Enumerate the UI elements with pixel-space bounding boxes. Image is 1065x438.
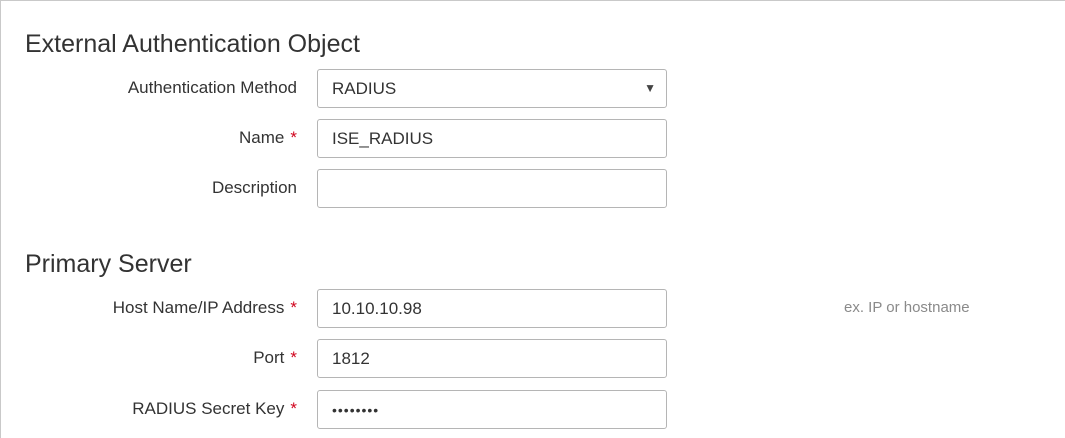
secret-label-text: RADIUS Secret Key — [132, 399, 285, 418]
auth-method-value: RADIUS — [332, 79, 397, 98]
port-label: Port * — [253, 348, 297, 368]
description-input[interactable] — [317, 169, 667, 208]
auth-object-panel: External Authentication Object Authentic… — [0, 0, 1065, 438]
description-label: Description — [212, 178, 297, 198]
section-title-external-auth: External Authentication Object — [25, 30, 360, 58]
host-value: 10.10.10.98 — [332, 299, 422, 318]
auth-method-select[interactable]: RADIUS ▼ — [317, 69, 667, 108]
section-title-primary-server: Primary Server — [25, 250, 192, 278]
host-input[interactable]: 10.10.10.98 — [317, 289, 667, 328]
secret-label: RADIUS Secret Key * — [132, 399, 297, 419]
description-label-text: Description — [211, 178, 297, 197]
required-indicator: * — [290, 348, 297, 367]
secret-value: •••••••• — [332, 402, 380, 418]
host-hint: ex. IP or hostname — [844, 299, 970, 316]
required-indicator: * — [290, 128, 297, 147]
required-indicator: * — [290, 399, 297, 418]
secret-input[interactable]: •••••••• — [317, 390, 667, 429]
name-input[interactable]: ISE_RADIUS — [317, 119, 667, 158]
port-value: 1812 — [332, 349, 370, 368]
port-input[interactable]: 1812 — [317, 339, 667, 378]
name-value: ISE_RADIUS — [332, 129, 434, 148]
name-label: Name * — [239, 128, 297, 148]
required-indicator: * — [290, 298, 297, 317]
host-label-text: Host Name/IP Address — [112, 298, 285, 317]
port-label-text: Port — [253, 348, 285, 367]
name-label-text: Name — [239, 128, 285, 147]
auth-method-label: Authentication Method — [128, 78, 297, 98]
caret-down-icon: ▼ — [644, 81, 656, 95]
host-label: Host Name/IP Address * — [113, 298, 297, 318]
auth-method-label-text: Authentication Method — [127, 78, 297, 97]
